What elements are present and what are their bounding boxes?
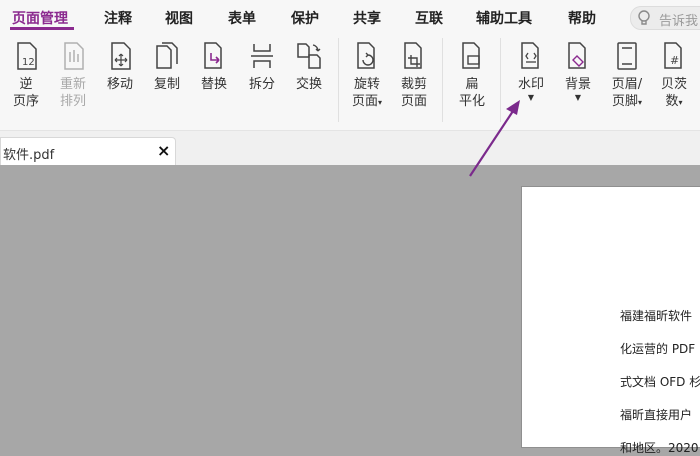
split-page-button[interactable]: 拆分: [240, 40, 284, 93]
replace-page-button[interactable]: 替换: [192, 40, 236, 93]
tool-label: 背景: [564, 77, 591, 92]
close-icon[interactable]: ×: [157, 141, 170, 160]
tool-label-text: 页面: [351, 94, 378, 109]
toolbar-separator: [500, 38, 501, 122]
menu-protect[interactable]: 保护: [291, 8, 319, 28]
tool-label: 裁剪: [400, 77, 427, 92]
crop-page-button[interactable]: 裁剪 页面: [392, 40, 436, 110]
tool-label: 页脚▾: [605, 93, 649, 111]
menu-view[interactable]: 视图: [165, 8, 193, 28]
copy-page-button[interactable]: 复制: [145, 40, 189, 93]
document-tab[interactable]: 软件.pdf ×: [0, 137, 176, 166]
bates-number-button[interactable]: # 贝茨 数▾: [652, 40, 696, 111]
dropdown-caret-icon: ▾: [678, 98, 683, 107]
swap-page-icon: [297, 43, 321, 69]
tool-label: 逆: [19, 77, 33, 92]
tool-label: 数▾: [652, 93, 696, 111]
toolbar-separator: [442, 38, 443, 122]
reverse-page-order-icon: 12: [17, 42, 37, 70]
tool-label: 贝茨: [660, 77, 687, 92]
lightbulb-icon: [638, 10, 650, 25]
watermark-icon: [521, 42, 539, 69]
tool-label: 替换: [200, 77, 227, 92]
tool-label: 页面: [400, 94, 427, 109]
dropdown-caret-icon: ▼: [527, 93, 535, 102]
page-text-line: 福建福昕软件: [620, 309, 693, 323]
watermark-button[interactable]: 水印 ▼: [509, 40, 553, 103]
reorder-pages-icon: [64, 42, 84, 70]
dropdown-caret-icon: ▾: [638, 98, 643, 107]
swap-page-button[interactable]: 交换: [287, 40, 331, 93]
replace-page-icon: [204, 42, 222, 69]
tab-title: 软件.pdf: [3, 148, 55, 163]
move-page-icon: [111, 42, 131, 70]
tool-label: 页序: [12, 94, 39, 109]
move-page-button[interactable]: 移动: [98, 40, 142, 93]
dropdown-caret-icon: ▼: [574, 93, 582, 102]
rotate-page-icon: [357, 42, 375, 69]
menu-help[interactable]: 帮助: [568, 8, 596, 28]
bates-number-icon: #: [664, 42, 682, 69]
active-menu-underline: [10, 27, 74, 30]
svg-text:12: 12: [22, 57, 35, 68]
tool-label: 水印: [517, 77, 544, 92]
tool-label: 页面▾: [345, 93, 389, 111]
page-text-line: 化运营的 PDF: [620, 342, 696, 356]
tool-label: 重新: [59, 77, 86, 92]
tool-label: 移动: [106, 77, 133, 92]
menu-bar: 页面管理 注释 视图 表单 保护 共享 互联 辅助工具 帮助 告诉我: [0, 0, 700, 34]
svg-text:#: #: [670, 54, 679, 67]
tool-label-text: 页脚: [611, 94, 638, 109]
tool-label: 拆分: [248, 77, 275, 92]
page-management-toolbar: 12 逆 页序 重新 排列 移动 复制 替换 拆分 交换 旋转 页面▾ 裁剪 页…: [0, 34, 700, 131]
page-text-line: 式文档 OFD 杉: [620, 375, 700, 389]
menu-accessibility-tools[interactable]: 辅助工具: [476, 8, 532, 28]
menu-connect[interactable]: 互联: [415, 8, 443, 28]
tool-label: 平化: [458, 94, 485, 109]
split-page-icon: [251, 44, 273, 68]
header-footer-button[interactable]: 页眉/ 页脚▾: [605, 40, 649, 111]
rotate-page-button[interactable]: 旋转 页面▾: [345, 40, 389, 111]
tool-label: 交换: [295, 77, 322, 92]
menu-page-management[interactable]: 页面管理: [12, 8, 68, 28]
crop-page-icon: [404, 42, 422, 69]
dropdown-caret-icon: ▾: [378, 98, 383, 107]
menu-comment[interactable]: 注释: [104, 8, 132, 28]
document-viewport[interactable]: 福建福昕软件 化运营的 PDF 式文档 OFD 杉 福昕直接用户 和地区。202…: [0, 165, 700, 455]
tool-label: 复制: [153, 77, 180, 92]
document-tab-bar: 软件.pdf ×: [0, 131, 700, 166]
background-button[interactable]: 背景 ▼: [556, 40, 600, 103]
tool-label: 扁: [465, 77, 479, 92]
background-icon: [568, 42, 586, 69]
tool-label-text: 数: [665, 94, 679, 109]
tool-label: 排列: [59, 94, 86, 109]
tool-label: 旋转: [353, 77, 380, 92]
toolbar-separator: [338, 38, 339, 122]
header-footer-icon: [617, 42, 637, 70]
page-text-line: 福昕直接用户: [620, 408, 693, 422]
tell-me-search[interactable]: 告诉我: [630, 6, 700, 30]
reverse-page-order-button[interactable]: 12 逆 页序: [4, 40, 48, 110]
tool-label: 页眉/: [611, 77, 643, 92]
flatten-page-icon: [462, 42, 480, 69]
page-text-line: 和地区。2020: [620, 441, 699, 455]
search-placeholder: 告诉我: [659, 14, 699, 29]
reorder-pages-button[interactable]: 重新 排列: [51, 40, 95, 110]
flatten-page-button[interactable]: 扁 平化: [450, 40, 494, 110]
copy-page-icon: [156, 42, 178, 69]
menu-form[interactable]: 表单: [228, 8, 256, 28]
menu-share[interactable]: 共享: [353, 8, 381, 28]
pdf-page[interactable]: 福建福昕软件 化运营的 PDF 式文档 OFD 杉 福昕直接用户 和地区。202…: [521, 186, 700, 455]
